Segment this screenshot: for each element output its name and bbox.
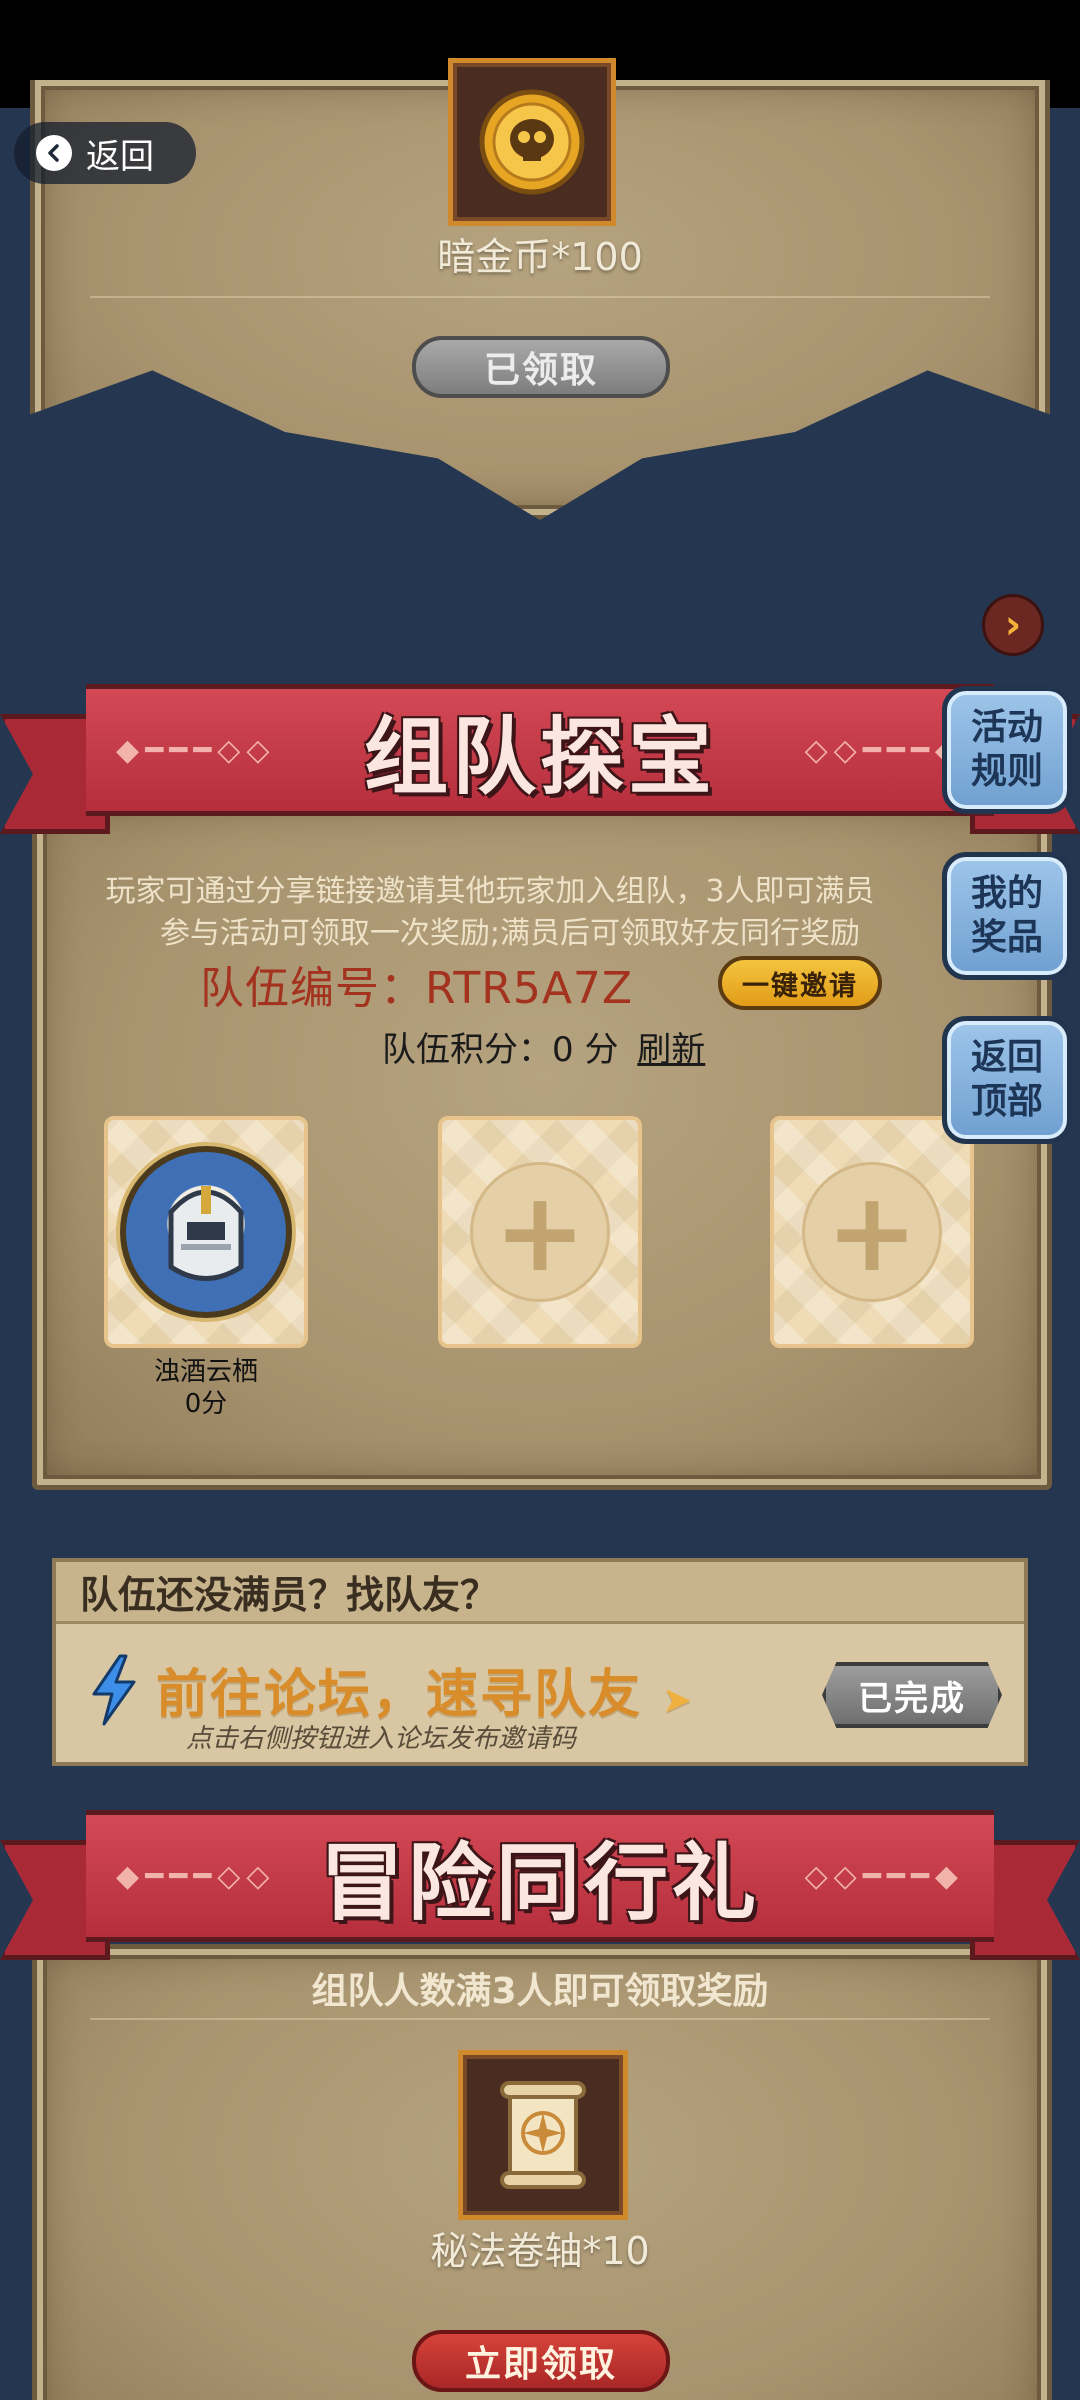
- banner-ornament-right: ◇◇━━━◆: [804, 1858, 964, 1894]
- forum-panel: 队伍还没满员？找队友？ 前往论坛，速寻队友 ➤ 点击右侧按钮进入论坛发布邀请码 …: [52, 1558, 1028, 1766]
- top-divider: [90, 296, 990, 298]
- forum-main-label: 前往论坛，速寻队友: [156, 1665, 643, 1725]
- member-name: 浊酒云栖: [153, 1357, 258, 1387]
- banner-ornament-left: ◆━━━◇◇: [116, 1858, 276, 1894]
- back-to-top-button[interactable]: 返回顶部: [942, 1016, 1072, 1144]
- coin-reward-box: [448, 58, 616, 226]
- chevron-right-icon: ›: [1004, 602, 1022, 648]
- member-slot-1: [104, 1116, 308, 1348]
- empty-member-slot-3[interactable]: +: [770, 1116, 974, 1348]
- claim-now-button[interactable]: 立即领取: [412, 2330, 670, 2392]
- team-score-row: 队伍积分：0 分 刷新: [382, 1022, 705, 1071]
- adventure-banner: ◆━━━◇◇ 冒险同行礼 ◇◇━━━◆: [86, 1810, 994, 1942]
- forum-main-text: 前往论坛，速寻队友 ➤: [156, 1652, 694, 1727]
- forum-subtext: 点击右侧按钮进入论坛发布邀请码: [186, 1724, 577, 1754]
- claimed-button[interactable]: 已领取: [412, 336, 670, 398]
- back-button[interactable]: 返回: [14, 122, 196, 184]
- next-arrow-button[interactable]: ›: [982, 594, 1044, 656]
- adventure-subtitle: 组队人数满3人即可领取奖励: [311, 1971, 769, 2012]
- activity-rules-button[interactable]: 活动规则: [942, 686, 1072, 814]
- back-label: 返回: [86, 136, 154, 177]
- banner-ornament-left: ◆━━━◇◇: [116, 732, 276, 768]
- dark-gold-coin-icon: [479, 89, 585, 195]
- banner-ornament-right: ◇◇━━━◆: [804, 732, 964, 768]
- team-description-line2: 参与活动可领取一次奖励;满员后可领取好友同行奖励: [159, 916, 861, 951]
- back-arrow-icon: [36, 135, 72, 171]
- avatar: [120, 1146, 292, 1318]
- my-prizes-button[interactable]: 我的奖品: [942, 852, 1072, 980]
- invite-button[interactable]: 一键邀请: [718, 956, 882, 1010]
- refresh-link[interactable]: 刷新: [637, 1030, 705, 1070]
- add-member-plus-icon: +: [470, 1162, 610, 1302]
- scroll-reward-box: [458, 2050, 628, 2220]
- team-code: 队伍编号：RTR5A7Z: [200, 963, 634, 1014]
- completed-button[interactable]: 已完成: [822, 1662, 1002, 1728]
- magic-scroll-icon: [500, 2081, 586, 2189]
- team-score-label: 队伍积分：0 分: [382, 1030, 619, 1070]
- empty-member-slot-2[interactable]: +: [438, 1116, 642, 1348]
- member-score: 0分: [184, 1389, 228, 1419]
- coin-reward-label: 暗金币*100: [437, 235, 643, 279]
- add-member-plus-icon: +: [802, 1162, 942, 1302]
- team-description-line1: 玩家可通过分享链接邀请其他玩家加入组队，3人即可满员: [105, 874, 875, 909]
- double-arrow-icon: ➤: [662, 1680, 695, 1721]
- scroll-reward-label: 秘法卷轴*10: [430, 2229, 650, 2273]
- knight-helmet-icon: [168, 1186, 244, 1281]
- adventure-divider: [90, 2018, 990, 2020]
- team-section-title: 组队探宝: [363, 707, 716, 806]
- team-banner: ◆━━━◇◇ 组队探宝 ◇◇━━━◆: [86, 684, 994, 816]
- adventure-section-title: 冒险同行礼: [319, 1833, 760, 1932]
- forum-header: 队伍还没满员？找队友？: [56, 1562, 1024, 1624]
- lightning-icon: [86, 1654, 142, 1730]
